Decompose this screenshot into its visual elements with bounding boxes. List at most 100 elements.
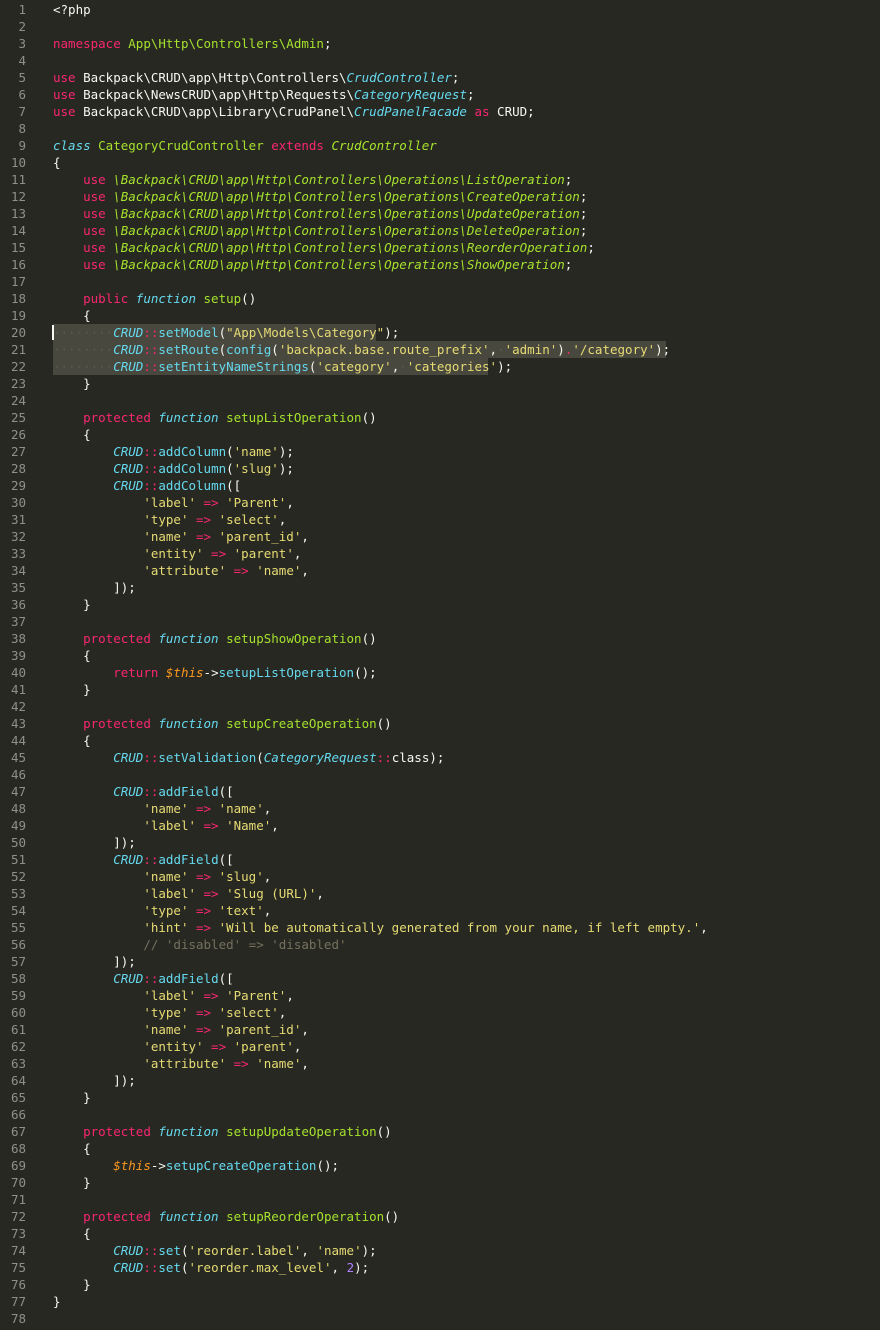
code-line[interactable]: 27 CRUD::addColumn('name'); — [0, 443, 880, 460]
code-line[interactable]: 2 — [0, 18, 880, 35]
code-token: setupCreateOperation — [165, 1158, 317, 1173]
code-line[interactable]: 76 } — [0, 1276, 880, 1293]
code-line[interactable]: 3 namespace App\Http\Controllers\Admin; — [0, 35, 880, 52]
code-line[interactable]: 18 public function setup() — [0, 290, 880, 307]
code-line[interactable]: 66 — [0, 1106, 880, 1123]
code-line[interactable]: 63 'attribute' => 'name', — [0, 1055, 880, 1072]
code-editor[interactable]: 1 <?php 2 3 namespace App\Http\Controllers\A… — [0, 0, 880, 1330]
code-line[interactable]: 50 ]); — [0, 834, 880, 851]
code-line[interactable]: 64 ]); — [0, 1072, 880, 1089]
code-line[interactable]: 52 'name' => 'slug', — [0, 868, 880, 885]
code-line[interactable]: 44 { — [0, 732, 880, 749]
code-token: 'label' — [143, 818, 196, 833]
code-line[interactable]: 71 — [0, 1191, 880, 1208]
code-line[interactable]: 61 'name' => 'parent_id', — [0, 1021, 880, 1038]
code-line[interactable]: 21 ········CRUD::setRoute(config('backpac… — [0, 341, 880, 358]
code-line[interactable]: 24 — [0, 392, 880, 409]
code-token: , — [286, 988, 294, 1003]
code-line[interactable]: 29 CRUD::addColumn([ — [0, 477, 880, 494]
code-line[interactable]: 33 'entity' => 'parent', — [0, 545, 880, 562]
code-line[interactable]: 43 protected function setupCreateOperati… — [0, 715, 880, 732]
code-line[interactable]: 45 CRUD::setValidation(CategoryRequest::… — [0, 749, 880, 766]
code-line[interactable]: 67 protected function setupUpdateOperati… — [0, 1123, 880, 1140]
code-line[interactable]: 7 use Backpack\CRUD\app\Library\CrudPanel… — [0, 103, 880, 120]
code-line[interactable]: 17 — [0, 273, 880, 290]
code-line[interactable]: 60 'type' => 'select', — [0, 1004, 880, 1021]
line-code: 'name' => 'parent_id', — [53, 528, 309, 545]
code-line[interactable]: 38 protected function setupShowOperation… — [0, 630, 880, 647]
code-line[interactable]: 31 'type' => 'select', — [0, 511, 880, 528]
code-line[interactable]: 39 { — [0, 647, 880, 664]
code-token: 'parent_id' — [218, 529, 302, 544]
code-line[interactable]: 68 { — [0, 1140, 880, 1157]
line-code: $this->setupCreateOperation(); — [53, 1157, 339, 1174]
code-line[interactable]: 53 'label' => 'Slug (URL)', — [0, 885, 880, 902]
line-number: 57 — [10, 954, 26, 969]
code-line[interactable]: 62 'entity' => 'parent', — [0, 1038, 880, 1055]
code-line[interactable]: 74 CRUD::set('reorder.label', 'name'); — [0, 1242, 880, 1259]
code-token: addColumn — [158, 461, 227, 476]
code-token: 'reorder.label' — [188, 1243, 302, 1258]
code-line[interactable]: 22 ········CRUD::setEntityNameStrings('ca… — [0, 358, 880, 375]
code-line[interactable]: 15 use \Backpack\CRUD\app\Http\Controlle… — [0, 239, 880, 256]
code-line[interactable]: 48 'name' => 'name', — [0, 800, 880, 817]
code-line[interactable]: 26 { — [0, 426, 880, 443]
code-line[interactable]: 5 use Backpack\CRUD\app\Http\Controllers\… — [0, 69, 880, 86]
code-line[interactable]: 34 'attribute' => 'name', — [0, 562, 880, 579]
code-token: 'type' — [143, 903, 189, 918]
code-line[interactable]: 49 'label' => 'Name', — [0, 817, 880, 834]
code-line[interactable]: 55 'hint' => 'Will be automatically gene… — [0, 919, 880, 936]
code-line[interactable]: 6 use Backpack\NewsCRUD\app\Http\Requests… — [0, 86, 880, 103]
code-line[interactable]: 14 use \Backpack\CRUD\app\Http\Controlle… — [0, 222, 880, 239]
code-line[interactable]: 65 } — [0, 1089, 880, 1106]
line-code: protected function setupUpdateOperation(… — [53, 1123, 392, 1140]
code-line[interactable]: 1 <?php — [0, 1, 880, 18]
code-token: 'label' — [143, 988, 196, 1003]
line-code: } — [53, 375, 91, 392]
code-line[interactable]: 70 } — [0, 1174, 880, 1191]
code-line[interactable]: 10 { — [0, 154, 880, 171]
code-line[interactable]: 13 use \Backpack\CRUD\app\Http\Controlle… — [0, 205, 880, 222]
code-line[interactable]: 77} — [0, 1293, 880, 1310]
code-line[interactable]: 12 use \Backpack\CRUD\app\Http\Controlle… — [0, 188, 880, 205]
code-line[interactable]: 47 CRUD::addField([ — [0, 783, 880, 800]
code-line[interactable]: 8 — [0, 120, 880, 137]
code-line[interactable]: 11 use \Backpack\CRUD\app\Http\Controlle… — [0, 171, 880, 188]
code-line[interactable]: 19 { — [0, 307, 880, 324]
code-line[interactable]: 9 class CategoryCrudController extends Cr… — [0, 137, 880, 154]
code-line[interactable]: 75 CRUD::set('reorder.max_level', 2); — [0, 1259, 880, 1276]
code-line[interactable]: 73 { — [0, 1225, 880, 1242]
line-code: ········CRUD::setModel("App\Models\Categ… — [53, 324, 399, 341]
code-token: \Backpack\CRUD\app\Http\Controllers\Oper… — [113, 240, 588, 255]
code-line[interactable]: 30 'label' => 'Parent', — [0, 494, 880, 511]
code-line[interactable]: 46 — [0, 766, 880, 783]
code-line[interactable]: 57 ]); — [0, 953, 880, 970]
code-line[interactable]: 25 protected function setupListOperation… — [0, 409, 880, 426]
code-line[interactable]: 42 — [0, 698, 880, 715]
code-line[interactable]: 23 } — [0, 375, 880, 392]
code-token: 'reorder.max_level' — [188, 1260, 332, 1275]
code-line[interactable]: 54 'type' => 'text', — [0, 902, 880, 919]
code-line[interactable]: 51 CRUD::addField([ — [0, 851, 880, 868]
code-line[interactable]: 40 return $this->setupListOperation(); — [0, 664, 880, 681]
code-line[interactable]: 37 — [0, 613, 880, 630]
code-line[interactable]: 28 CRUD::addColumn('slug'); — [0, 460, 880, 477]
code-token: setup — [203, 291, 242, 306]
code-line[interactable]: 56 // 'disabled' => 'disabled' — [0, 936, 880, 953]
code-line[interactable]: 4 — [0, 52, 880, 69]
code-line[interactable]: 59 'label' => 'Parent', — [0, 987, 880, 1004]
code-line[interactable]: 72 protected function setupReorderOperat… — [0, 1208, 880, 1225]
line-number: 15 — [10, 240, 26, 255]
code-line[interactable]: 36 } — [0, 596, 880, 613]
code-line[interactable]: 41 } — [0, 681, 880, 698]
code-line[interactable]: 78 — [0, 1310, 880, 1327]
code-token: ( — [256, 750, 264, 765]
code-line[interactable]: 20 ········CRUD::setModel("App\Models\Cat… — [0, 324, 880, 341]
code-line[interactable]: 69 $this->setupCreateOperation(); — [0, 1157, 880, 1174]
code-line[interactable]: 35 ]); — [0, 579, 880, 596]
line-code: { — [53, 426, 91, 443]
code-line[interactable]: 32 'name' => 'parent_id', — [0, 528, 880, 545]
code-line[interactable]: 16 use \Backpack\CRUD\app\Http\Controlle… — [0, 256, 880, 273]
code-line[interactable]: 58 CRUD::addField([ — [0, 970, 880, 987]
